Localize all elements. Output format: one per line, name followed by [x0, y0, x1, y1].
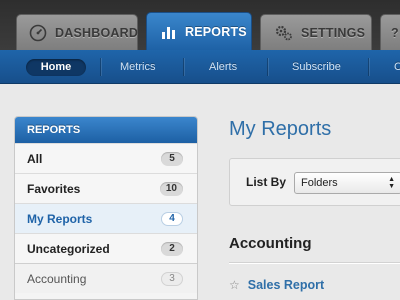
page-title: My Reports	[229, 118, 332, 140]
tab-settings[interactable]: SETTINGS	[260, 14, 372, 50]
count-badge: 3	[161, 272, 183, 286]
sidebar-item-label: All	[27, 152, 43, 166]
star-icon[interactable]: ☆	[229, 278, 240, 292]
list-by-select[interactable]: Folders ▲ ▼	[294, 172, 400, 194]
subnav-metrics[interactable]: Metrics	[120, 50, 155, 84]
sidebar-item-all[interactable]: All 5	[15, 143, 197, 173]
count-badge: 2	[161, 242, 183, 256]
bar-chart-icon	[161, 25, 177, 39]
sidebar-item-label: Accounting	[27, 272, 87, 286]
sidebar-item-accounting[interactable]: Accounting 3	[15, 263, 197, 293]
count-badge: 4	[161, 212, 183, 226]
count-badge: 5	[161, 152, 183, 166]
tab-help[interactable]: ?	[380, 14, 400, 50]
sidebar-item-uncategorized[interactable]: Uncategorized 2	[15, 233, 197, 263]
help-icon: ?	[391, 25, 399, 40]
list-by-bar: List By Folders ▲ ▼	[229, 158, 400, 206]
sidebar-item-label: My Reports	[27, 212, 93, 226]
sidebar-header: REPORTS	[15, 117, 197, 143]
sidebar-item-my-reports[interactable]: My Reports 4	[15, 203, 197, 233]
sidebar-item-label: Favorites	[27, 182, 81, 196]
subnav-subscribe[interactable]: Subscribe	[292, 50, 341, 84]
sub-navigation: Home Metrics Alerts Subscribe C	[0, 50, 400, 84]
tab-settings-label: SETTINGS	[301, 25, 366, 40]
subnav-cut-off-item[interactable]: C	[394, 50, 400, 84]
subnav-alerts[interactable]: Alerts	[209, 50, 237, 84]
tab-reports-label: REPORTS	[185, 24, 247, 39]
tab-reports[interactable]: REPORTS	[146, 12, 252, 50]
subnav-divider	[100, 58, 101, 76]
report-list-item: ☆ Sales Report	[229, 278, 324, 292]
subnav-divider	[183, 58, 184, 76]
reports-sidebar: REPORTS All 5 Favorites 10 My Reports 4 …	[14, 116, 198, 300]
subnav-home[interactable]: Home	[26, 59, 86, 76]
top-tab-bar: DASHBOARD REPORTS SETTINGS ?	[0, 0, 400, 50]
section-title: Accounting	[229, 235, 312, 252]
select-arrows-icon: ▲ ▼	[388, 176, 395, 190]
report-link[interactable]: Sales Report	[248, 278, 324, 292]
section-divider	[229, 262, 400, 263]
tab-dashboard-label: DASHBOARD	[55, 25, 139, 40]
sidebar-item-favorites[interactable]: Favorites 10	[15, 173, 197, 203]
tab-dashboard[interactable]: DASHBOARD	[16, 14, 138, 50]
list-by-label: List By	[246, 175, 287, 189]
dashboard-gauge-icon	[29, 24, 47, 42]
list-by-selected-value: Folders	[301, 177, 338, 189]
sidebar-item-label: Uncategorized	[27, 242, 110, 256]
subnav-divider	[267, 58, 268, 76]
subnav-divider	[368, 58, 369, 76]
count-badge: 10	[159, 182, 183, 196]
gears-icon	[275, 25, 293, 41]
